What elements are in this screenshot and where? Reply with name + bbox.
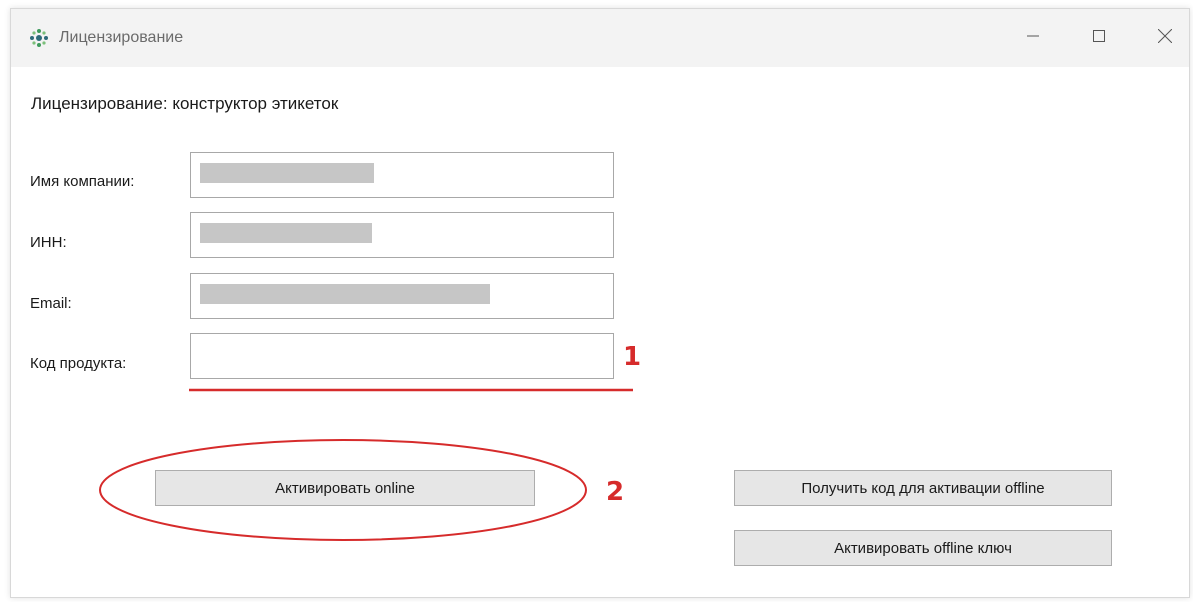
get-offline-code-button[interactable]: Получить код для активации offline (734, 470, 1112, 506)
title-bar[interactable]: Лицензирование (11, 9, 1189, 67)
maximize-icon (1093, 29, 1105, 47)
annotation-underline (189, 388, 633, 392)
annotation-marker-1: 1 (623, 342, 642, 372)
company-name-input[interactable] (190, 152, 614, 198)
email-input[interactable] (190, 273, 614, 319)
product-code-input[interactable] (190, 333, 614, 379)
activate-offline-key-button[interactable]: Активировать offline ключ (734, 530, 1112, 566)
redacted-value (200, 223, 372, 243)
company-name-label: Имя компании: (30, 173, 135, 190)
product-code-label: Код продукта: (30, 355, 127, 372)
window-title: Лицензирование (59, 29, 184, 46)
minimize-button[interactable] (1013, 23, 1053, 53)
close-button[interactable] (1145, 23, 1185, 53)
minimize-icon (1027, 29, 1039, 47)
redacted-value (200, 163, 374, 183)
inn-label: ИНН: (30, 234, 67, 251)
licensing-window: Лицензирование Лицензирование: конструкт… (10, 8, 1190, 598)
annotation-ellipse (99, 439, 587, 541)
inn-input[interactable] (190, 212, 614, 258)
email-label: Email: (30, 295, 72, 312)
annotation-marker-2: 2 (606, 477, 625, 507)
maximize-button[interactable] (1079, 23, 1119, 53)
form-heading: Лицензирование: конструктор этикеток (31, 94, 339, 113)
app-logo-icon (29, 28, 49, 48)
close-icon (1157, 28, 1173, 48)
redacted-value (200, 284, 490, 304)
